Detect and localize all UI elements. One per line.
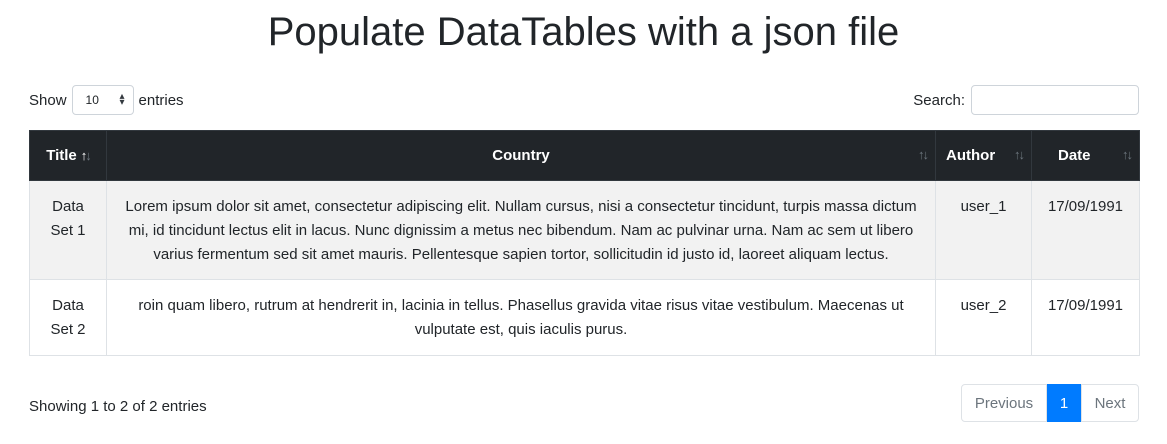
entries-per-page-select[interactable]: 10 ▴ ▾	[71, 85, 134, 115]
entries-label: entries	[138, 91, 184, 109]
pagination: Previous 1 Next	[961, 384, 1139, 422]
entries-length-control: Show 10 ▴ ▾ entries	[29, 84, 184, 116]
cell-title: Data Set 1	[29, 180, 107, 280]
show-label: Show	[29, 91, 67, 109]
column-header-author[interactable]: Author ↑↓	[935, 130, 1032, 181]
search-input[interactable]	[971, 85, 1139, 115]
cell-title: Data Set 2	[29, 279, 107, 356]
table-row: Data Set 1 Lorem ipsum dolor sit amet, c…	[29, 180, 1140, 280]
column-header-title[interactable]: Title ↑↓	[29, 130, 107, 181]
sort-ascending-icon: ↑↓	[80, 148, 92, 163]
cell-date: 17/09/1991	[1031, 180, 1140, 280]
column-header-country[interactable]: Country ↑↓	[106, 130, 936, 181]
column-header-label: Date	[1058, 147, 1091, 164]
sort-icon: ↑↓	[1122, 147, 1133, 162]
table-row: Data Set 2 roin quam libero, rutrum at h…	[29, 279, 1140, 356]
page-1-button[interactable]: 1	[1047, 384, 1081, 422]
sort-icon: ↑↓	[918, 147, 929, 162]
cell-country: Lorem ipsum dolor sit amet, consectetur …	[106, 180, 936, 280]
select-updown-icon: ▴ ▾	[119, 91, 125, 108]
previous-page-button[interactable]: Previous	[961, 384, 1047, 422]
search-control: Search:	[913, 84, 1139, 116]
table-controls: Show 10 ▴ ▾ entries Search:	[29, 84, 1139, 116]
column-header-label: Title	[46, 147, 77, 164]
cell-date: 17/09/1991	[1031, 279, 1140, 356]
table-header-row: Title ↑↓ Country ↑↓ Author ↑↓ Date ↑↓	[29, 130, 1140, 181]
next-page-button[interactable]: Next	[1081, 384, 1139, 422]
sort-icon: ↑↓	[1014, 147, 1025, 162]
table-info: Showing 1 to 2 of 2 entries	[29, 398, 207, 415]
data-table: Title ↑↓ Country ↑↓ Author ↑↓ Date ↑↓ Dat…	[29, 130, 1140, 356]
column-header-label: Author	[946, 147, 996, 164]
column-header-label: Country	[492, 147, 550, 164]
entries-per-page-value: 10	[85, 93, 99, 107]
cell-author: user_1	[935, 180, 1032, 280]
page-title: Populate DataTables with a json file	[267, 10, 900, 54]
search-label: Search:	[913, 91, 965, 109]
cell-author: user_2	[935, 279, 1032, 356]
column-header-date[interactable]: Date ↑↓	[1031, 130, 1140, 181]
cell-country: roin quam libero, rutrum at hendrerit in…	[106, 279, 936, 356]
